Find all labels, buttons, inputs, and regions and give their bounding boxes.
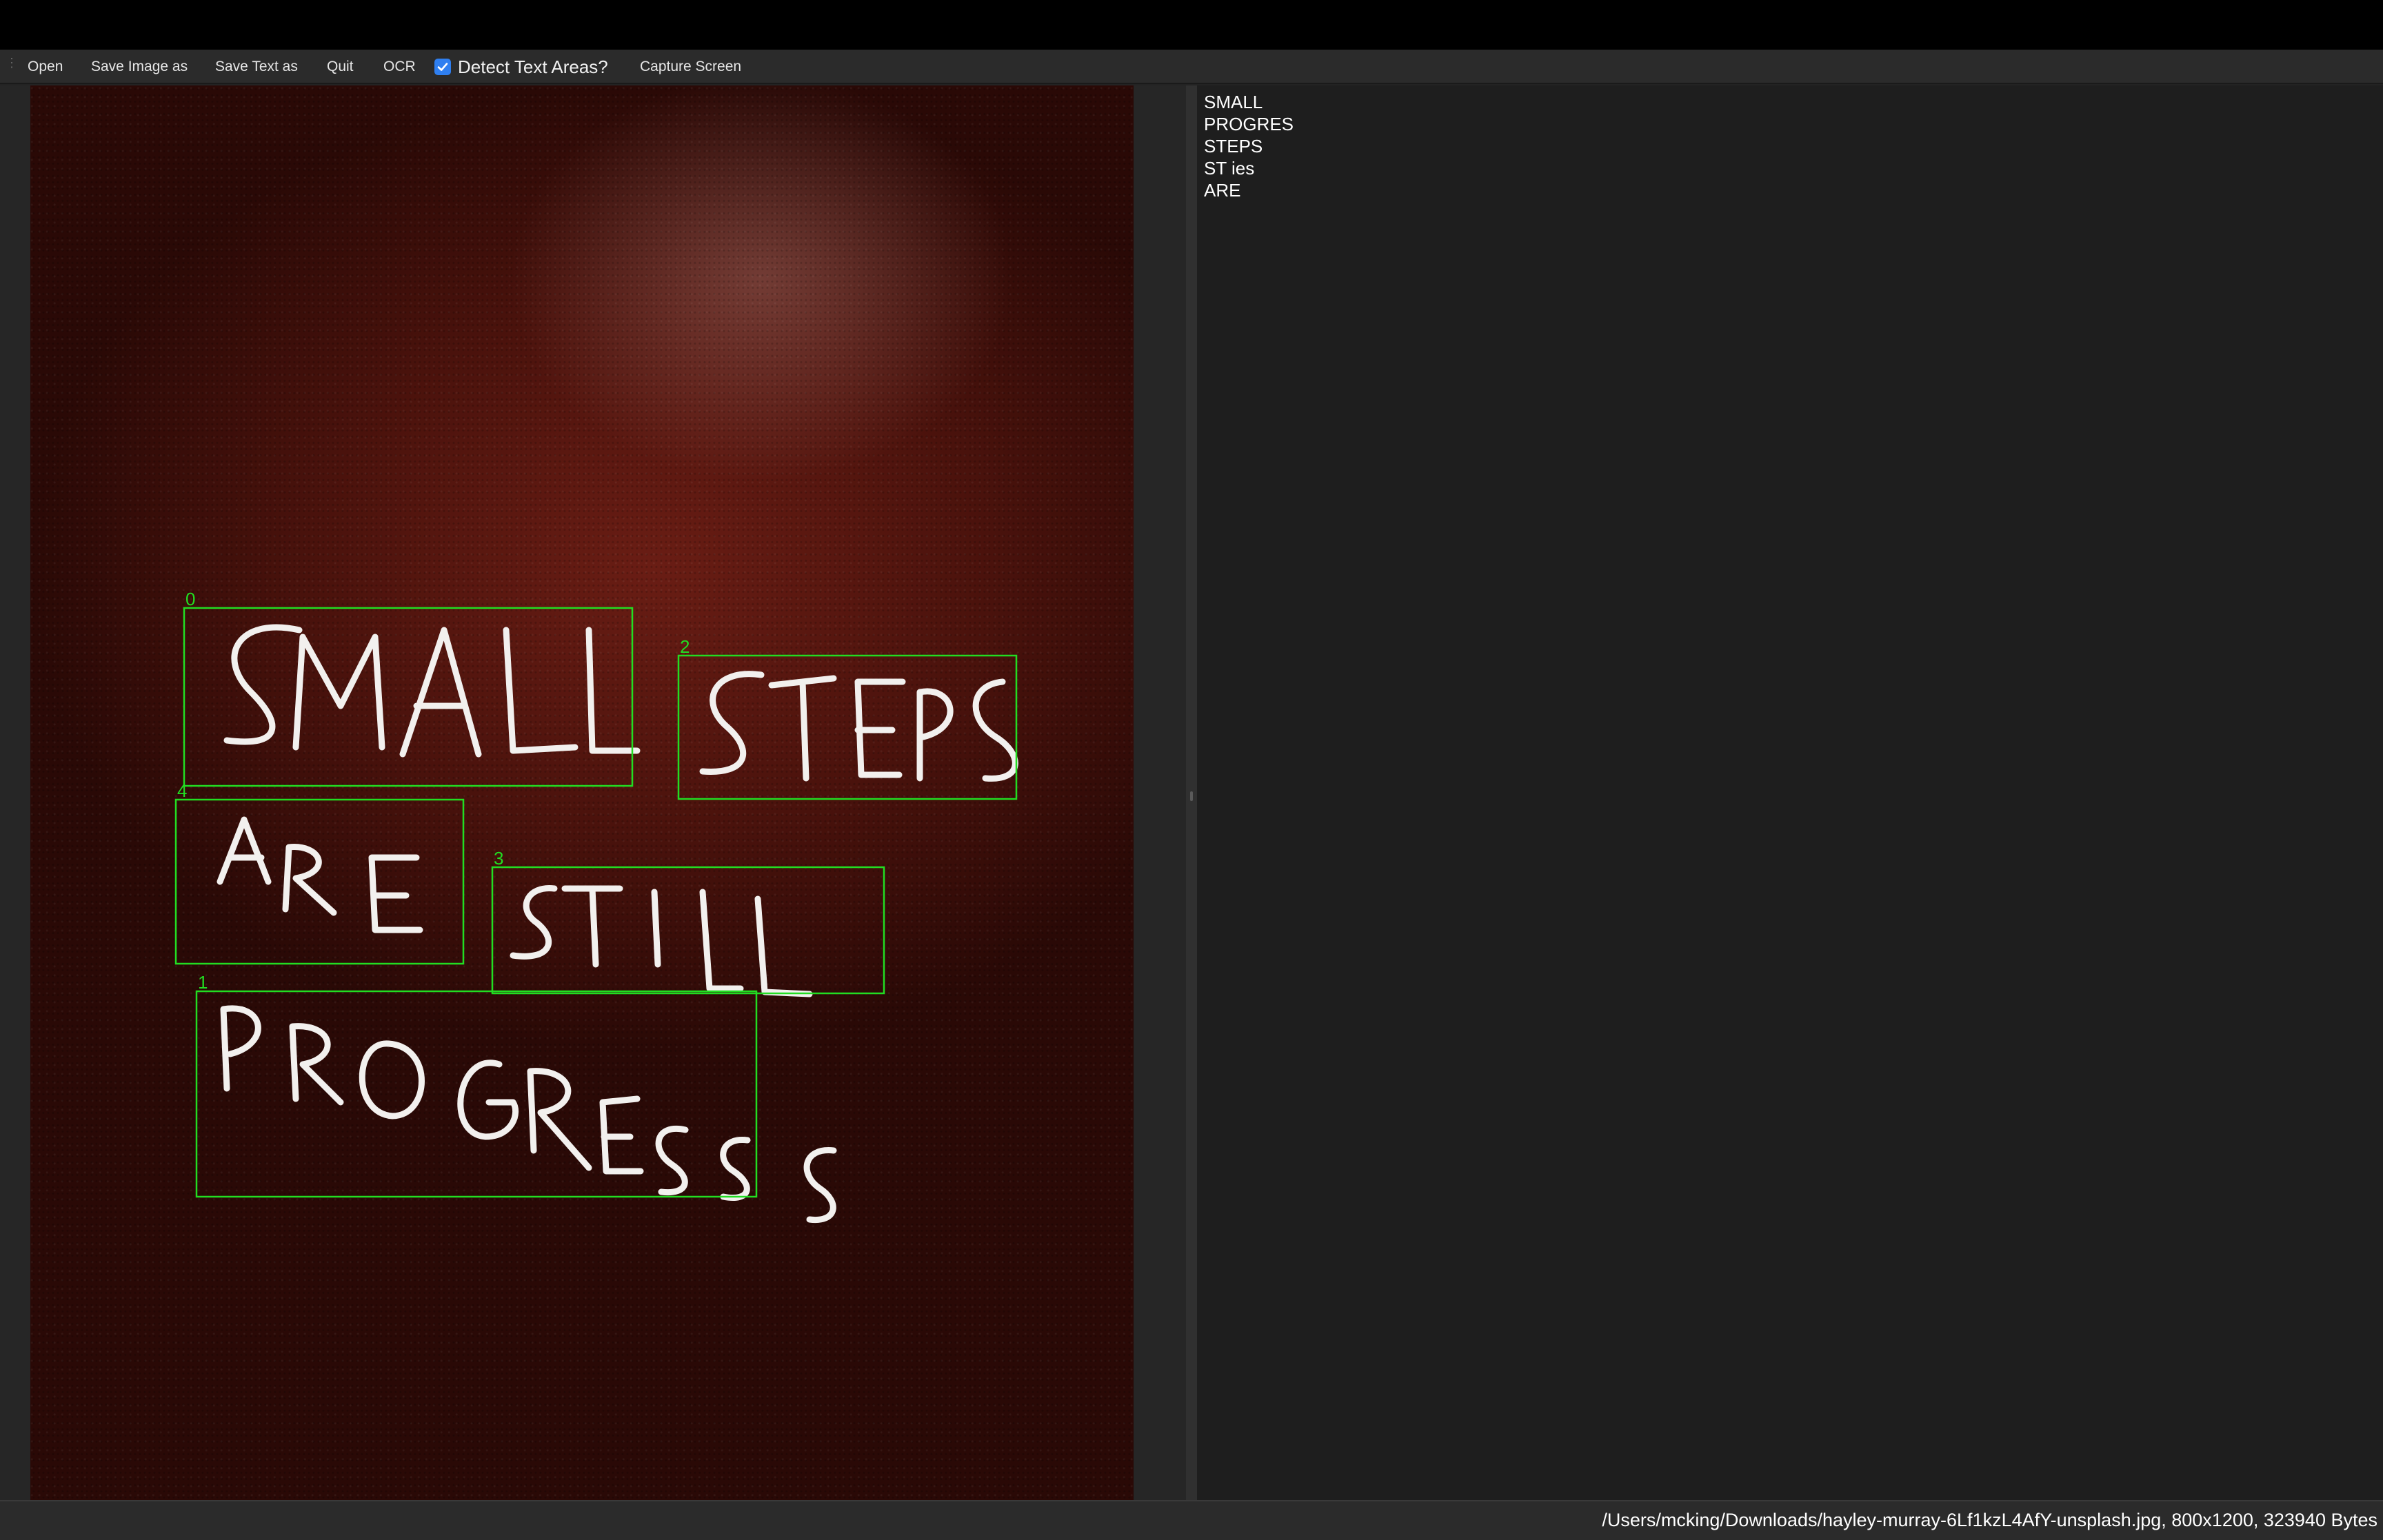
title-bar (0, 0, 2383, 50)
box-index-label: 2 (680, 636, 690, 657)
capture-screen-button[interactable]: Capture Screen (640, 57, 741, 77)
save-text-button[interactable]: Save Text as (215, 57, 298, 77)
chalk-handwriting (217, 624, 1018, 1224)
checkbox-checked-icon[interactable] (434, 59, 451, 75)
pane-splitter[interactable] (1186, 85, 1197, 1500)
splitter-handle-icon[interactable] (1190, 791, 1193, 801)
ocr-line: PROGRES (1204, 114, 1294, 134)
ocr-line: SMALL (1204, 92, 1263, 112)
box-index-label: 3 (494, 848, 503, 869)
quit-button[interactable]: Quit (327, 57, 354, 77)
image-pane-margin (0, 85, 30, 1500)
image-pane: 0 1 2 3 4 (0, 85, 1186, 1500)
ocr-line: STEPS (1204, 136, 1263, 156)
detect-text-areas-checkbox[interactable]: Detect Text Areas? (434, 57, 608, 77)
toolbar-grip-icon[interactable]: ⋮ (6, 57, 18, 75)
box-index-labels: 0 1 2 3 4 (177, 589, 690, 993)
file-info-status: /Users/mcking/Downloads/hayley-murray-6L… (1602, 1510, 2377, 1530)
ocr-overlay: 0 1 2 3 4 (174, 589, 1018, 1224)
ocr-text-output[interactable]: SMALL PROGRES STEPS ST ies ARE (1197, 85, 2383, 1500)
box-index-label: 0 (185, 589, 195, 609)
box-index-label: 1 (198, 972, 208, 993)
ocr-line: ARE (1204, 180, 1241, 201)
status-bar: /Users/mcking/Downloads/hayley-murray-6L… (0, 1500, 2383, 1540)
toolbar: ⋮ Open Save Image as Save Text as Quit O… (0, 50, 2383, 84)
ocr-line: ST ies (1204, 158, 1255, 179)
ocr-button[interactable]: OCR (383, 57, 416, 77)
image-pane-gutter (1134, 85, 1186, 1500)
box-index-label: 4 (177, 780, 187, 801)
image-view[interactable]: 0 1 2 3 4 (30, 85, 1134, 1500)
open-button[interactable]: Open (28, 57, 63, 77)
save-image-button[interactable]: Save Image as (91, 57, 188, 77)
detect-text-areas-label: Detect Text Areas? (458, 56, 608, 77)
